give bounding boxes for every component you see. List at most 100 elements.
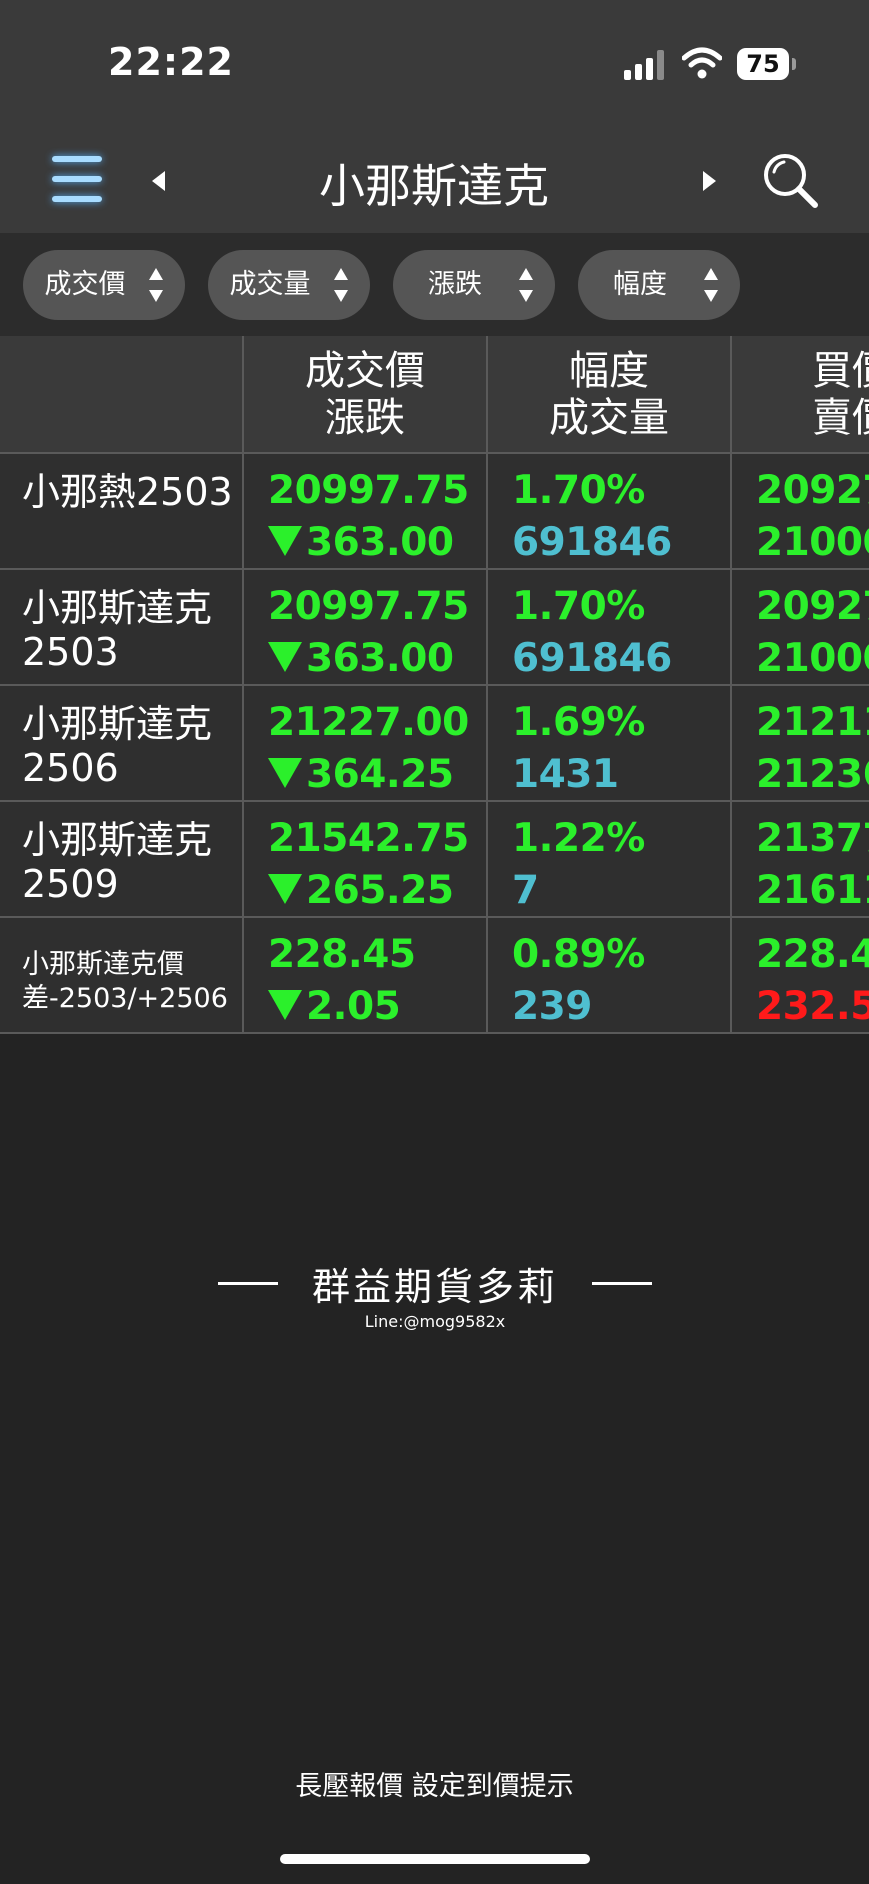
down-arrow-icon <box>268 758 302 788</box>
quote-table: 成交價 漲跌 幅度 成交量 買價 賣價 小那熱2503 20997.75 363… <box>0 336 869 1034</box>
bid-ask-cell: 228.45 232.55 <box>730 918 869 1032</box>
bid-price: 20927.00 <box>756 584 869 629</box>
footer-hint: 長壓報價 設定到價提示 <box>295 1771 574 1802</box>
chip-label: 幅度 <box>613 269 667 300</box>
ask-price: 21611.00 <box>756 868 869 913</box>
ask-price: 21236.00 <box>756 752 869 797</box>
last-price: 21542.75 <box>268 816 469 861</box>
change-percent: 1.70% <box>512 468 645 513</box>
price-change: 2.05 <box>268 984 401 1029</box>
bid-price: 20927.00 <box>756 468 869 513</box>
table-row[interactable]: 小那斯達克2503 20997.75 363.00 1.70% 691846 2… <box>0 568 869 684</box>
range-cell: 1.70% 691846 <box>486 454 730 568</box>
contract-name: 小那斯達克2503 <box>22 586 213 674</box>
home-indicator[interactable] <box>280 1854 590 1864</box>
price-cell: 228.45 2.05 <box>242 918 486 1032</box>
contract-name: 小那斯達克2509 <box>22 818 213 906</box>
volume: 691846 <box>512 636 672 681</box>
change-percent: 1.70% <box>512 584 645 629</box>
watermark-divider-right <box>592 1282 652 1285</box>
range-cell: 1.22% 7 <box>486 802 730 916</box>
range-cell: 1.70% 691846 <box>486 570 730 684</box>
last-price: 228.45 <box>268 932 416 977</box>
sort-filter-bar: 成交價 成交量 漲跌 幅度 <box>0 233 869 336</box>
bid-ask-cell: 21211.00 21236.00 <box>730 686 869 800</box>
battery-tip <box>792 58 796 70</box>
change-percent: 0.89% <box>512 932 645 977</box>
sort-arrows-icon <box>704 268 718 302</box>
watermark-subtitle: Line:@mog9582x <box>364 1312 506 1331</box>
table-row[interactable]: 小那斯達克價差-2503/+2506 228.45 2.05 0.89% 239… <box>0 916 869 1032</box>
chip-label: 漲跌 <box>428 269 482 300</box>
bid-ask-cell: 20927.00 21000.00 <box>730 570 869 684</box>
header-volume-label: 成交量 <box>549 395 669 441</box>
watermark-divider-left <box>218 1282 278 1285</box>
price-cell: 20997.75 363.00 <box>242 454 486 568</box>
quote-rows: 小那熱2503 20997.75 363.00 1.70% 691846 209… <box>0 454 869 1032</box>
cellular-signal-icon <box>624 50 668 80</box>
ask-price: 21000.00 <box>756 636 869 681</box>
triangle-left-icon[interactable] <box>152 171 165 191</box>
contract-name: 小那斯達克2506 <box>22 702 213 790</box>
change-percent: 1.22% <box>512 816 645 861</box>
header-range: 幅度 成交量 <box>486 336 730 452</box>
watermark-title: 群益期貨多莉 <box>311 1265 558 1309</box>
header-ask-label: 賣價 <box>812 395 869 441</box>
down-arrow-icon <box>268 874 302 904</box>
table-row[interactable]: 小那斯達克2509 21542.75 265.25 1.22% 7 21377.… <box>0 800 869 916</box>
sort-chip-price[interactable]: 成交價 <box>23 250 185 320</box>
volume: 7 <box>512 868 539 913</box>
sort-arrows-icon <box>149 268 163 302</box>
battery-icon: 75 <box>737 48 789 80</box>
price-cell: 20997.75 363.00 <box>242 570 486 684</box>
header-bid-ask: 買價 賣價 <box>730 336 869 452</box>
price-change: 363.00 <box>268 636 454 681</box>
table-header: 成交價 漲跌 幅度 成交量 買價 賣價 <box>0 336 869 454</box>
header-bid-label: 買價 <box>812 348 869 394</box>
sort-chip-percent[interactable]: 幅度 <box>578 250 740 320</box>
change-value: 364.25 <box>306 752 454 797</box>
range-cell: 0.89% 239 <box>486 918 730 1032</box>
bid-price: 21211.00 <box>756 700 869 745</box>
table-row[interactable]: 小那斯達克2506 21227.00 364.25 1.69% 1431 212… <box>0 684 869 800</box>
header-price-label: 成交價 <box>305 348 425 394</box>
price-cell: 21542.75 265.25 <box>242 802 486 916</box>
ask-price: 232.55 <box>756 984 869 1029</box>
last-price: 20997.75 <box>268 584 469 629</box>
header-change-label: 漲跌 <box>325 395 405 441</box>
sort-arrows-icon <box>519 268 533 302</box>
price-change: 363.00 <box>268 520 454 565</box>
sort-chip-change[interactable]: 漲跌 <box>393 250 555 320</box>
table-row[interactable]: 小那熱2503 20997.75 363.00 1.70% 691846 209… <box>0 454 869 568</box>
header-price: 成交價 漲跌 <box>242 336 486 452</box>
bid-ask-cell: 21377.00 21611.00 <box>730 802 869 916</box>
volume: 1431 <box>512 752 619 797</box>
header-name <box>0 336 242 452</box>
chip-label: 成交價 <box>44 269 126 300</box>
triangle-right-icon[interactable] <box>703 171 716 191</box>
top-bar: 22:22 75 小那斯達克 <box>0 0 869 233</box>
sort-chip-volume[interactable]: 成交量 <box>208 250 370 320</box>
down-arrow-icon <box>268 990 302 1020</box>
change-value: 2.05 <box>306 984 401 1029</box>
contract-name: 小那熱2503 <box>22 470 233 514</box>
volume: 239 <box>512 984 592 1029</box>
down-arrow-icon <box>268 526 302 556</box>
status-time: 22:22 <box>108 40 234 84</box>
price-change: 265.25 <box>268 868 454 913</box>
header-percent-label: 幅度 <box>569 348 649 394</box>
bid-price: 228.45 <box>756 932 869 977</box>
change-value: 265.25 <box>306 868 454 913</box>
contract-name: 小那斯達克價差-2503/+2506 <box>22 949 228 1014</box>
last-price: 20997.75 <box>268 468 469 513</box>
price-change: 364.25 <box>268 752 454 797</box>
wifi-icon <box>682 47 722 79</box>
last-price: 21227.00 <box>268 700 469 745</box>
search-icon[interactable] <box>760 150 822 212</box>
change-value: 363.00 <box>306 636 454 681</box>
range-cell: 1.69% 1431 <box>486 686 730 800</box>
ask-price: 21000.00 <box>756 520 869 565</box>
price-cell: 21227.00 364.25 <box>242 686 486 800</box>
down-arrow-icon <box>268 642 302 672</box>
hamburger-menu-icon[interactable] <box>48 154 106 204</box>
